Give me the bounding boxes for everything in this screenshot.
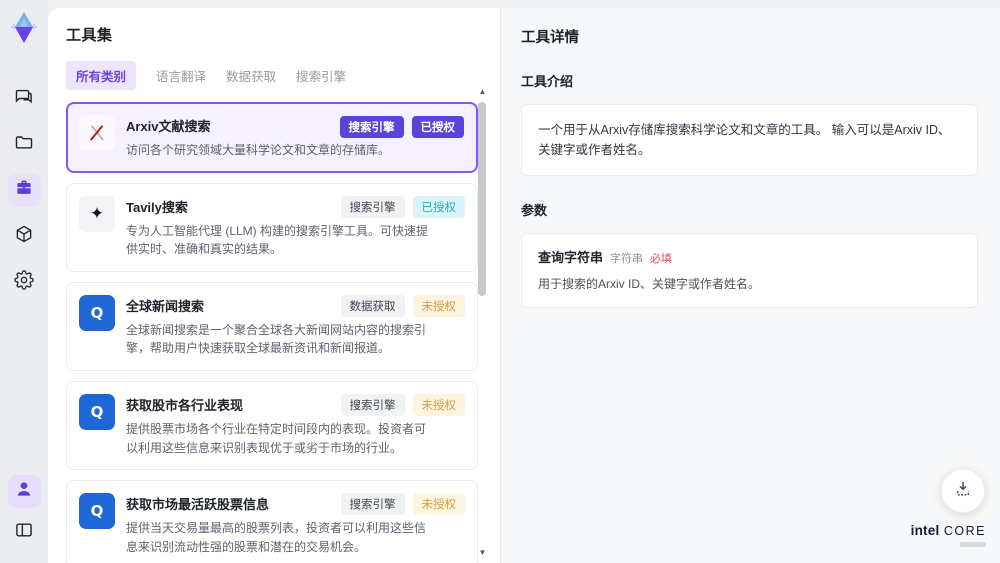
intel-core-logo: intel core — [911, 522, 986, 547]
user-icon — [14, 479, 34, 504]
param-required-flag: 必填 — [650, 253, 673, 265]
sidebar-item-chat[interactable] — [8, 82, 41, 115]
sidebar-item-settings[interactable] — [8, 266, 41, 299]
category-badge: 搜索引擎 — [340, 393, 405, 416]
detail-title: 工具详情 — [521, 30, 579, 46]
tool-detail-panel: 工具详情 工具介绍 一个用于从Arxiv存储库搜索科学论文和文章的工具。 输入可… — [500, 8, 1000, 563]
tab-language-translation[interactable]: 语言翻译 — [156, 66, 206, 85]
app-logo-icon — [7, 10, 41, 46]
brand-subtext-bar — [960, 542, 986, 547]
scroll-up-icon[interactable]: ▲ — [477, 88, 488, 96]
briefcase-icon — [14, 178, 34, 203]
param-description: 用于搜索的Arxiv ID、关键字或作者姓名。 — [538, 277, 761, 291]
main-window: 工具集 所有类别 语言翻译 数据获取 搜索引擎 Arxiv文献搜索 访问各个研究… — [48, 8, 1000, 563]
tool-description: 全球新闻搜索是一个聚合全球各大新闻网站内容的搜索引擎，帮助用户快速获取全球最新资… — [126, 322, 427, 356]
tool-description: 专为人工智能代理 (LLM) 构建的搜索引擎工具。可快速提供实时、准确和真实的结… — [126, 223, 429, 257]
core-wordmark: core — [943, 524, 986, 538]
sidebar-item-collapse[interactable] — [8, 516, 41, 549]
auth-status-badge: 未授权 — [412, 493, 465, 516]
tool-list-panel: 工具集 所有类别 语言翻译 数据获取 搜索引擎 Arxiv文献搜索 访问各个研究… — [48, 8, 500, 563]
intro-text: 一个用于从Arxiv存储库搜索科学论文和文章的工具。 输入可以是Arxiv ID… — [521, 104, 978, 176]
tool-card-tavily[interactable]: ✦ Tavily搜索 专为人工智能代理 (LLM) 构建的搜索引擎工具。可快速提… — [66, 182, 478, 272]
cube-icon — [14, 224, 34, 249]
download-button[interactable] — [941, 469, 985, 513]
parameter-item: 查询字符串 字符串 必填 用于搜索的Arxiv ID、关键字或作者姓名。 — [521, 233, 978, 308]
params-heading: 参数 — [521, 203, 548, 218]
tool-card-global-news[interactable]: Q 全球新闻搜索 全球新闻搜索是一个聚合全球各大新闻网站内容的搜索引擎，帮助用户… — [66, 281, 478, 371]
tool-description: 访问各个研究领域大量科学论文和文章的存储库。 — [126, 143, 391, 157]
category-badge: 搜索引擎 — [340, 493, 405, 516]
auth-status-badge: 已授权 — [411, 116, 464, 138]
active-stocks-icon: Q — [79, 493, 115, 530]
stock-sector-icon: Q — [79, 393, 115, 430]
app-sidebar — [0, 0, 48, 563]
tool-card-stock-sector[interactable]: Q 获取股市各行业表现 提供股票市场各个行业在特定时间段内的表现。投资者可以利用… — [66, 380, 478, 471]
param-type: 字符串 — [610, 253, 644, 265]
sidebar-toggle-icon — [14, 520, 34, 545]
category-tabs: 所有类别 语言翻译 数据获取 搜索引擎 — [66, 61, 500, 90]
tool-description: 提供当天交易量最高的股票列表，投资者可以利用这些信息来识别流动性强的股票和潜在的… — [126, 521, 427, 554]
download-icon — [953, 479, 973, 504]
tool-card-active-stocks[interactable]: Q 获取市场最活跃股票信息 提供当天交易量最高的股票列表，投资者可以利用这些信息… — [66, 480, 478, 563]
scrollbar-thumb[interactable] — [478, 102, 486, 296]
sidebar-item-packages[interactable] — [8, 220, 41, 253]
tab-data-fetch[interactable]: 数据获取 — [226, 66, 276, 85]
intel-wordmark: intel — [910, 523, 940, 538]
tool-card-arxiv[interactable]: Arxiv文献搜索 访问各个研究领域大量科学论文和文章的存储库。 搜索引擎 已授… — [66, 102, 478, 173]
list-scrollbar[interactable]: ▲ ▼ — [477, 88, 488, 557]
tab-all-categories[interactable]: 所有类别 — [66, 61, 137, 90]
gear-icon — [14, 270, 34, 295]
category-badge: 数据获取 — [340, 294, 405, 317]
intro-heading: 工具介绍 — [521, 74, 574, 89]
sidebar-item-files[interactable] — [8, 128, 41, 161]
tavily-star-icon: ✦ — [79, 195, 115, 232]
folder-icon — [14, 132, 34, 157]
tab-search-engine[interactable]: 搜索引擎 — [296, 66, 346, 85]
tool-description: 提供股票市场各个行业在特定时间段内的表现。投资者可以利用这些信息来识别表现优于或… — [126, 421, 427, 455]
tool-list: Arxiv文献搜索 访问各个研究领域大量科学论文和文章的存储库。 搜索引擎 已授… — [66, 102, 478, 563]
chat-icon — [14, 86, 34, 111]
sidebar-item-account[interactable] — [7, 475, 41, 508]
category-badge: 搜索引擎 — [339, 116, 404, 138]
news-search-icon: Q — [79, 294, 115, 331]
page-title: 工具集 — [66, 27, 113, 44]
scroll-down-icon[interactable]: ▼ — [477, 549, 488, 557]
category-badge: 搜索引擎 — [340, 195, 405, 218]
sidebar-item-tools[interactable] — [7, 174, 41, 207]
param-name: 查询字符串 — [538, 250, 604, 265]
auth-status-badge: 未授权 — [412, 393, 465, 416]
arxiv-logo-icon — [79, 115, 115, 151]
auth-status-badge: 已授权 — [412, 195, 465, 218]
auth-status-badge: 未授权 — [412, 294, 465, 317]
